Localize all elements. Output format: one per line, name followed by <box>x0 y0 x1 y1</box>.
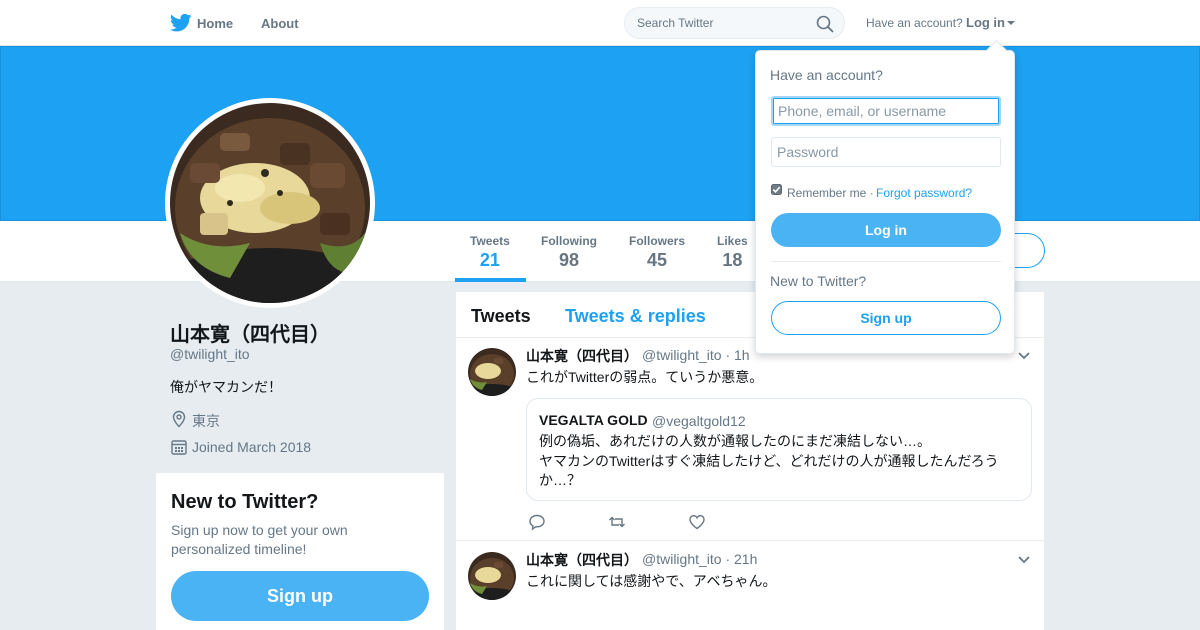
caret-down-icon[interactable] <box>1007 21 1015 25</box>
quoted-tweet-text: 例の偽垢、あれだけの人数が通報したのにまだ凍結しない…。 ヤマカンのTwitte… <box>539 433 999 488</box>
signup-card-title: New to Twitter? <box>171 491 319 513</box>
quoted-tweet[interactable]: VEGALTA GOLD @vegaltgold12 例の偽垢、あれだけの人数が… <box>526 398 1032 501</box>
stat-label: Tweets <box>470 234 510 248</box>
forgot-password-link[interactable]: Forgot password? <box>876 186 972 200</box>
login-button[interactable]: Log in <box>771 213 1001 247</box>
stat-value: 21 <box>479 250 500 270</box>
stat-value: 98 <box>558 250 580 270</box>
dropdown-signup-button[interactable]: Sign up <box>771 301 1001 335</box>
signup-card: New to Twitter? Sign up now to get your … <box>156 473 444 630</box>
tweet-avatar[interactable] <box>468 348 516 396</box>
profile-bio: 俺がヤマカンだ！ <box>170 379 282 395</box>
stat-value: 45 <box>646 250 668 270</box>
avatar-photo <box>170 103 370 308</box>
active-tab-underline <box>455 278 526 282</box>
profile-name[interactable]: 山本寛（四代目） <box>170 318 330 347</box>
login-dropdown-title: Have an account? <box>770 67 883 83</box>
remember-me-checkbox[interactable] <box>771 184 782 195</box>
stat-label: Following <box>541 234 597 248</box>
tweet[interactable]: 山本寛（四代目） @twilight_ito · 1h これがTwitterの弱… <box>456 338 1044 541</box>
nav-home-link[interactable]: Home <box>197 16 233 31</box>
profile-handle[interactable]: @twilight_ito <box>170 346 250 362</box>
search-box[interactable]: Search Twitter <box>624 7 845 39</box>
search-input[interactable]: Search Twitter <box>637 16 713 30</box>
search-icon[interactable] <box>816 15 834 33</box>
calendar-icon <box>171 440 187 455</box>
top-navigation: Home About Search Twitter Have an accoun… <box>0 0 1200 46</box>
chevron-down-icon[interactable] <box>1018 352 1030 360</box>
tweet-author-name[interactable]: 山本寛（四代目） <box>526 550 638 570</box>
nav-login-link[interactable]: Log in <box>966 15 1005 30</box>
tweet-avatar[interactable] <box>468 552 516 600</box>
profile-avatar[interactable] <box>165 98 375 308</box>
signup-button[interactable]: Sign up <box>171 571 429 621</box>
tab-tweets[interactable]: Tweets <box>471 306 531 327</box>
profile-joined-date: Joined March 2018 <box>192 439 312 455</box>
login-dropdown: Have an account? Remember me · Forgot pa… <box>755 50 1015 354</box>
stat-label: Followers <box>629 234 686 248</box>
profile-location: 東京 <box>192 413 220 429</box>
remember-me-label: Remember me · <box>787 186 874 200</box>
tweet-author-handle[interactable]: @twilight_ito · 1h <box>642 347 750 363</box>
retweet-icon[interactable] <box>608 513 626 531</box>
tweet-author-name[interactable]: 山本寛（四代目） <box>526 346 638 366</box>
reply-icon[interactable] <box>528 513 546 531</box>
divider <box>771 261 1001 262</box>
stat-label: Likes <box>717 234 748 248</box>
tweet-author-handle[interactable]: @twilight_ito · 21h <box>642 551 757 567</box>
have-account-text: Have an account? <box>866 16 963 30</box>
nav-about-link[interactable]: About <box>261 16 299 31</box>
password-field[interactable] <box>771 137 1001 167</box>
tweet-text: これがTwitterの弱点。ていうか悪意。 <box>526 369 764 385</box>
tab-tweets-and-replies[interactable]: Tweets & replies <box>565 306 706 327</box>
stat-followers[interactable]: Followers 45 <box>629 234 685 271</box>
chevron-down-icon[interactable] <box>1018 556 1030 564</box>
new-to-twitter-text: New to Twitter? <box>770 273 867 289</box>
like-heart-icon[interactable] <box>688 513 706 531</box>
username-field[interactable] <box>771 96 1001 126</box>
stat-likes[interactable]: Likes 18 <box>717 234 748 271</box>
twitter-bird-icon[interactable] <box>170 13 192 33</box>
location-pin-icon <box>172 410 186 428</box>
stat-following[interactable]: Following 98 <box>541 234 597 271</box>
stat-tweets[interactable]: Tweets 21 <box>470 234 510 271</box>
quoted-author-handle: @vegaltgold12 <box>652 413 746 429</box>
quoted-author-name: VEGALTA GOLD <box>539 412 648 428</box>
stat-value: 18 <box>722 250 743 270</box>
tweet[interactable]: 山本寛（四代目） @twilight_ito · 21h これに関しては感謝やで… <box>456 542 1044 630</box>
tweet-text: これに関しては感謝やで、アベちゃん。 <box>526 573 777 589</box>
signup-card-description: Sign up now to get your own personalized… <box>171 522 348 557</box>
